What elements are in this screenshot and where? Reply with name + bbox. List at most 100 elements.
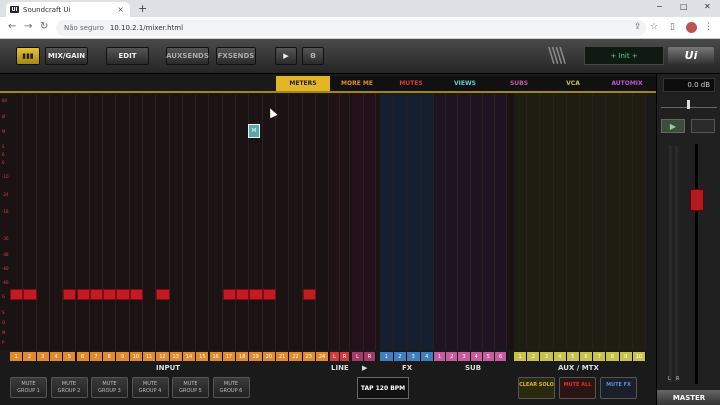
channel-number-sub-2[interactable]: 2 [446, 352, 459, 361]
channel-number-input-5[interactable]: 5 [63, 352, 77, 361]
auxsends-button[interactable]: AUXSENDS [166, 47, 209, 65]
channel-number-input-15[interactable]: 15 [196, 352, 210, 361]
channel-number-aux-4[interactable]: 4 [553, 352, 567, 361]
sidebar-icon[interactable]: ▯ [670, 22, 675, 32]
mute-group-5-button[interactable]: MUTE GROUP 5 [172, 377, 209, 398]
solo-indicator-ch19[interactable] [249, 289, 263, 300]
channel-number-line-L[interactable]: L [330, 352, 340, 361]
mute-group-6-button[interactable]: MUTE GROUP 6 [212, 377, 250, 398]
channel-number-fx-2[interactable]: 2 [393, 352, 407, 361]
layer-tab-mutes[interactable]: MUTES [384, 76, 438, 91]
channel-number-fx-3[interactable]: 3 [407, 352, 421, 361]
reload-icon[interactable]: ↻ [40, 21, 48, 32]
layer-tab-automix[interactable]: AUTOMIX [600, 76, 654, 91]
show-snapshot-display[interactable]: + Init + [584, 46, 664, 65]
channel-number-input-19[interactable]: 19 [249, 352, 263, 361]
channel-number-input-6[interactable]: 6 [76, 352, 90, 361]
solo-indicator-ch5[interactable] [63, 289, 77, 300]
back-icon[interactable]: ← [8, 21, 16, 32]
channel-number-aux-5[interactable]: 5 [566, 352, 580, 361]
layer-tab-more-me[interactable]: MORE ME [330, 76, 384, 91]
master-play-button[interactable]: ▶ [661, 119, 685, 133]
meters-view-icon[interactable]: ▮▮▮ [16, 47, 40, 65]
solo-indicator-ch7[interactable] [89, 289, 104, 300]
channel-number-sub-3[interactable]: 3 [458, 352, 471, 361]
solo-indicator-ch12[interactable] [156, 289, 170, 300]
channel-number-input-3[interactable]: 3 [36, 352, 50, 361]
new-tab-button[interactable]: + [138, 2, 147, 15]
channel-number-aux-3[interactable]: 3 [540, 352, 554, 361]
channel-number-input-13[interactable]: 13 [169, 352, 183, 361]
mute-fx-button[interactable]: MUTE FX [600, 377, 637, 399]
tab-close-icon[interactable]: × [117, 5, 124, 14]
master-aux-button[interactable] [691, 119, 715, 133]
menu-icon[interactable]: ⋮ [704, 22, 713, 32]
channel-number-fx-1[interactable]: 1 [380, 352, 394, 361]
mute-group-3-button[interactable]: MUTE GROUP 3 [91, 377, 128, 398]
channel-number-input-12[interactable]: 12 [156, 352, 170, 361]
channel-number-input-9[interactable]: 9 [116, 352, 130, 361]
channel-number-input-23[interactable]: 23 [302, 352, 316, 361]
mute-all-button[interactable]: MUTE ALL [559, 377, 596, 399]
clear-solo-button[interactable]: CLEAR SOLO [518, 377, 555, 399]
channel-number-sub-4[interactable]: 4 [470, 352, 483, 361]
solo-indicator-ch18[interactable] [236, 289, 250, 300]
solo-indicator-ch20[interactable] [262, 289, 276, 300]
mute-group-4-button[interactable]: MUTE GROUP 4 [131, 377, 169, 398]
me-icon[interactable]: M [248, 124, 260, 138]
channel-number-input-1[interactable]: 1 [10, 352, 24, 361]
play-button[interactable]: ▶ [275, 47, 297, 65]
star-icon[interactable]: ☆ [650, 22, 658, 32]
channel-number-play-L[interactable]: L [352, 352, 364, 361]
maximize-button[interactable]: □ [680, 2, 688, 11]
channel-number-input-18[interactable]: 18 [236, 352, 250, 361]
mute-group-2-button[interactable]: MUTE GROUP 2 [50, 377, 88, 398]
channel-number-input-24[interactable]: 24 [315, 352, 330, 361]
url-field[interactable]: Não seguro 10.10.2.1/mixer.html [56, 20, 646, 36]
layer-tab-views[interactable]: VIEWS [438, 76, 492, 91]
channel-number-input-7[interactable]: 7 [89, 352, 104, 361]
channel-number-aux-9[interactable]: 9 [619, 352, 633, 361]
solo-indicator-ch17[interactable] [222, 289, 237, 300]
channel-number-aux-1[interactable]: 1 [514, 352, 528, 361]
channel-number-aux-10[interactable]: 10 [632, 352, 646, 361]
channel-number-input-11[interactable]: 11 [143, 352, 157, 361]
channel-number-input-4[interactable]: 4 [49, 352, 64, 361]
channel-number-input-8[interactable]: 8 [103, 352, 117, 361]
channel-number-aux-7[interactable]: 7 [593, 352, 607, 361]
channel-number-input-10[interactable]: 10 [129, 352, 143, 361]
forward-icon[interactable]: → [24, 21, 32, 32]
edit-button[interactable]: EDIT [106, 47, 149, 65]
layer-tab-meters[interactable]: METERS [276, 76, 330, 91]
channel-number-input-20[interactable]: 20 [262, 352, 276, 361]
master-pan-slider[interactable] [661, 100, 717, 109]
channel-number-input-2[interactable]: 2 [23, 352, 37, 361]
tap-tempo-button[interactable]: TAP 120 BPM [357, 377, 409, 399]
channel-number-input-21[interactable]: 21 [276, 352, 290, 361]
channel-number-input-22[interactable]: 22 [289, 352, 303, 361]
solo-indicator-ch10[interactable] [129, 289, 143, 300]
channel-number-aux-6[interactable]: 6 [580, 352, 594, 361]
layer-tab-subs[interactable]: SUBS [492, 76, 546, 91]
channel-number-sub-5[interactable]: 5 [482, 352, 495, 361]
channel-number-line-R[interactable]: R [340, 352, 350, 361]
channel-number-play-R[interactable]: R [364, 352, 376, 361]
layer-tab-vca[interactable]: VCA [546, 76, 600, 91]
close-window-button[interactable]: ✕ [704, 2, 711, 11]
share-icon[interactable]: ⇪ [634, 22, 642, 32]
channel-number-input-17[interactable]: 17 [222, 352, 237, 361]
mixgain-button[interactable]: MIX/GAIN [45, 47, 88, 65]
browser-tab[interactable]: UI Soundcraft Ui × [6, 2, 130, 17]
channel-number-aux-8[interactable]: 8 [606, 352, 620, 361]
solo-indicator-ch6[interactable] [76, 289, 90, 300]
channel-number-fx-4[interactable]: 4 [420, 352, 434, 361]
fxsends-button[interactable]: FXSENDS [216, 47, 256, 65]
solo-indicator-ch9[interactable] [116, 289, 130, 300]
channel-number-input-14[interactable]: 14 [182, 352, 197, 361]
channel-number-aux-2[interactable]: 2 [527, 352, 541, 361]
solo-indicator-ch8[interactable] [103, 289, 117, 300]
mute-group-1-button[interactable]: MUTE GROUP 1 [10, 377, 47, 398]
solo-indicator-ch1[interactable] [10, 289, 24, 300]
minimize-button[interactable]: − [656, 2, 663, 11]
channel-number-sub-6[interactable]: 6 [495, 352, 508, 361]
